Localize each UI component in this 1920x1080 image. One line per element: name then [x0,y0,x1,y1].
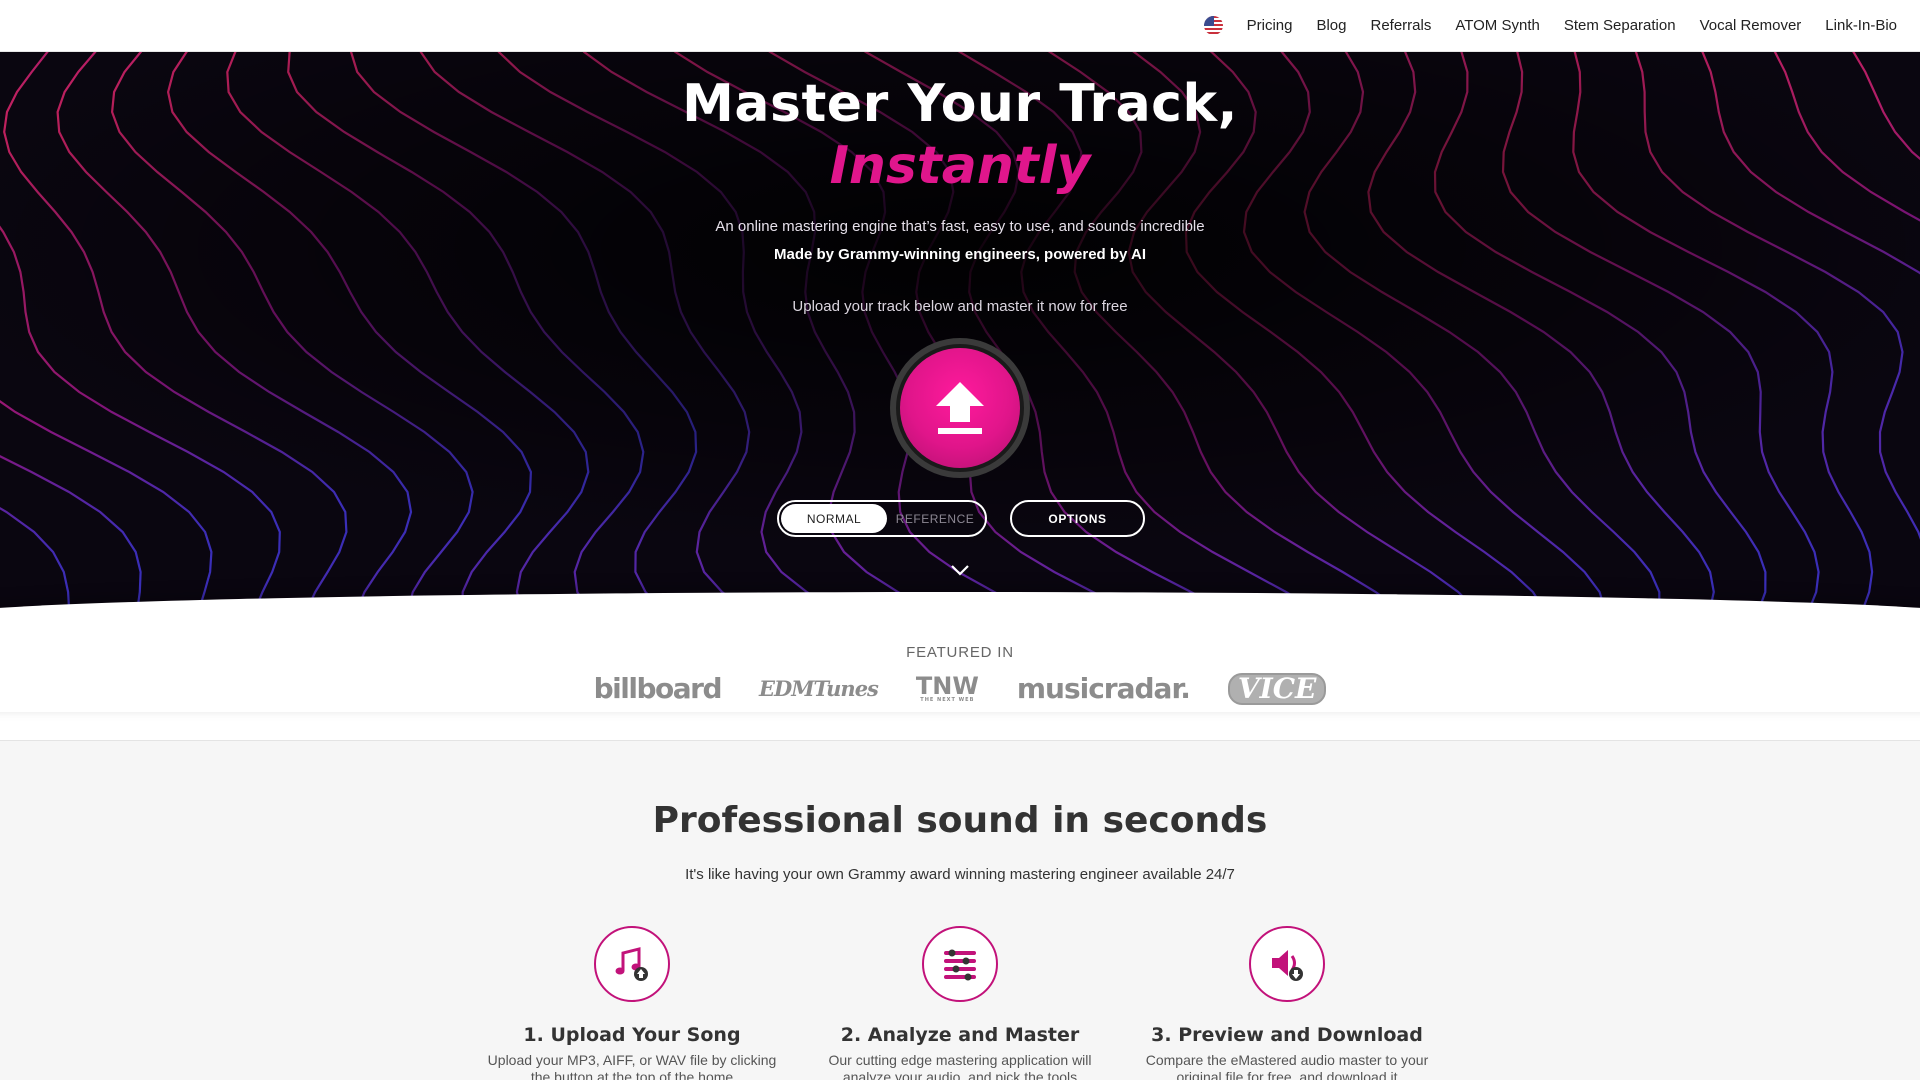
logo-tnw-subtext: THE NEXT WEB [920,696,975,703]
nav-link-link-in-bio[interactable]: Link-In-Bio [1825,17,1897,34]
logo-billboard: billboard [593,672,723,705]
step-preview: 3. Preview and Download Compare the eMas… [1137,926,1437,1080]
top-nav: Pricing Blog Referrals ATOM Synth Stem S… [0,0,1920,52]
mode-reference-option[interactable]: REFERENCE [887,512,983,526]
mode-normal-option[interactable]: NORMAL [781,504,887,533]
mode-toggle: NORMAL REFERENCE [777,500,987,537]
featured-logos: billboard EDMTunes TNW THE NEXT WEB music… [0,672,1920,705]
logo-edmtunes: EDMTunes [759,676,879,701]
nav-link-pricing[interactable]: Pricing [1247,17,1293,34]
music-note-upload-icon [594,926,670,1002]
hero-title: Master Your Track, [682,74,1238,134]
logo-vice: VICE [1227,672,1327,705]
options-button[interactable]: OPTIONS [1010,500,1145,537]
step-title: 3. Preview and Download [1151,1024,1423,1046]
step-title: 2. Analyze and Master [840,1024,1080,1046]
us-flag-icon[interactable] [1203,16,1223,35]
speaker-download-icon [1249,926,1325,1002]
hero-title-highlight: Instantly [829,136,1091,196]
nav-link-atom-synth[interactable]: ATOM Synth [1455,17,1539,34]
chevron-down-icon[interactable] [950,562,970,578]
upload-arrow-icon [936,382,984,434]
step-description: Compare the eMastered audio master to yo… [1145,1052,1429,1080]
features-title: Professional sound in seconds [652,800,1268,841]
features-subtitle: It's like having your own Grammy award w… [685,866,1235,883]
hero-tagline: Made by Grammy-winning engineers, powere… [773,246,1147,263]
nav-link-blog[interactable]: Blog [1316,17,1346,34]
step-title: 1. Upload Your Song [523,1024,741,1046]
step-upload: 1. Upload Your Song Upload your MP3, AIF… [482,926,782,1080]
step-analyze: 2. Analyze and Master Our cutting edge m… [810,926,1110,1080]
nav-link-stem-separation[interactable]: Stem Separation [1564,17,1676,34]
featured-in-label: FEATURED IN [906,644,1014,661]
logo-tnw: TNW THE NEXT WEB [915,671,979,703]
nav-link-referrals[interactable]: Referrals [1371,17,1432,34]
logo-tnw-text: TNW [915,671,979,700]
step-description: Our cutting edge mastering application w… [828,1052,1092,1080]
nav-link-vocal-remover[interactable]: Vocal Remover [1700,17,1802,34]
hero-subtitle: An online mastering engine that’s fast, … [715,218,1205,235]
logo-musicradar: musicradar. [1016,672,1191,705]
step-description: Upload your MP3, AIFF, or WAV file by cl… [487,1052,777,1080]
upload-prompt: Upload your track below and master it no… [792,298,1128,315]
upload-button[interactable] [900,348,1020,468]
equalizer-sliders-icon [922,926,998,1002]
